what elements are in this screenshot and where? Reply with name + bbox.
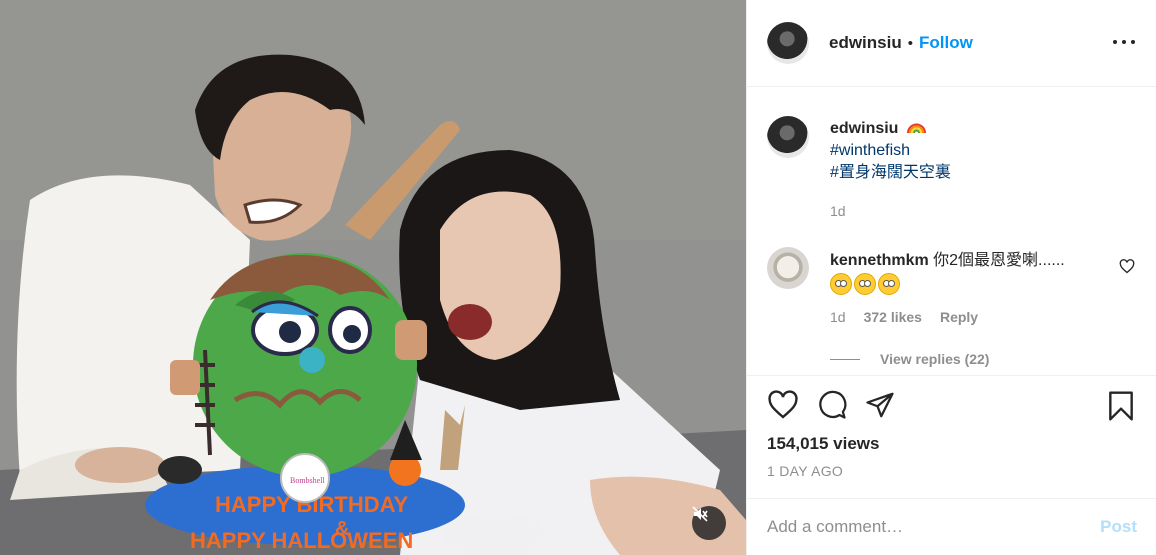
muted-speaker-icon: [692, 506, 708, 522]
view-count[interactable]: 154,015 views: [767, 434, 879, 454]
rolling-eyes-emoji-icon: [878, 273, 900, 295]
view-replies-label: View replies (22): [880, 351, 990, 367]
separator-dot: •: [907, 34, 913, 52]
comment-emojis: [830, 273, 1110, 295]
comment-meta: 1d 372 likes Reply: [830, 309, 978, 325]
post-photo: HAPPY BIRTHDAY & HAPPY HALLOWEEN Bombshe…: [0, 0, 746, 555]
dot-icon: [1113, 40, 1117, 44]
post-header: edwinsiu • Follow: [747, 0, 1156, 87]
commenter-username[interactable]: kennethmkm: [830, 252, 929, 269]
rolling-eyes-emoji-icon: [854, 273, 876, 295]
more-options-button[interactable]: [1113, 32, 1135, 52]
like-comment-heart-icon[interactable]: [1119, 259, 1135, 274]
comment-timestamp[interactable]: 1d: [830, 309, 846, 325]
view-replies-button[interactable]: View replies (22): [830, 351, 989, 367]
comment-text: 你2個最恩愛喇......: [933, 252, 1065, 269]
bakery-logo: Bombshell: [290, 476, 325, 485]
save-bookmark-icon[interactable]: [1107, 390, 1135, 422]
hashtag-link[interactable]: #置身海闊天空裏: [830, 162, 1130, 184]
hashtag-link[interactable]: #winthefish: [830, 140, 1130, 162]
author-username[interactable]: edwinsiu: [829, 33, 902, 53]
post-media[interactable]: HAPPY BIRTHDAY & HAPPY HALLOWEEN Bombshe…: [0, 0, 746, 555]
replies-divider: [830, 358, 860, 360]
rainbow-emoji-icon: [906, 123, 926, 134]
dot-icon: [1122, 40, 1126, 44]
comment-likes[interactable]: 372 likes: [864, 309, 922, 325]
post-sidebar: edwinsiu • Follow edwinsiu #winthefish #…: [746, 0, 1156, 555]
author-avatar[interactable]: [767, 22, 809, 64]
add-comment-bar: Post: [747, 498, 1156, 555]
caption-avatar[interactable]: [767, 116, 809, 158]
like-heart-icon[interactable]: [767, 390, 799, 420]
share-paper-plane-icon[interactable]: [865, 390, 895, 420]
caption-timestamp[interactable]: 1d: [830, 200, 1130, 222]
follow-button[interactable]: Follow: [919, 33, 973, 53]
reply-button[interactable]: Reply: [940, 309, 978, 325]
comment-input[interactable]: [767, 517, 1101, 537]
post-timestamp[interactable]: 1 DAY AGO: [767, 463, 843, 479]
comment-bubble-icon[interactable]: [817, 390, 847, 420]
commenter-avatar[interactable]: [767, 247, 809, 289]
dot-icon: [1131, 40, 1135, 44]
mute-button[interactable]: [692, 506, 726, 540]
cake-text-line3: HAPPY HALLOWEEN: [190, 528, 413, 553]
post-comment-button[interactable]: Post: [1100, 517, 1137, 537]
rolling-eyes-emoji-icon: [830, 273, 852, 295]
caption-username[interactable]: edwinsiu: [830, 120, 898, 137]
